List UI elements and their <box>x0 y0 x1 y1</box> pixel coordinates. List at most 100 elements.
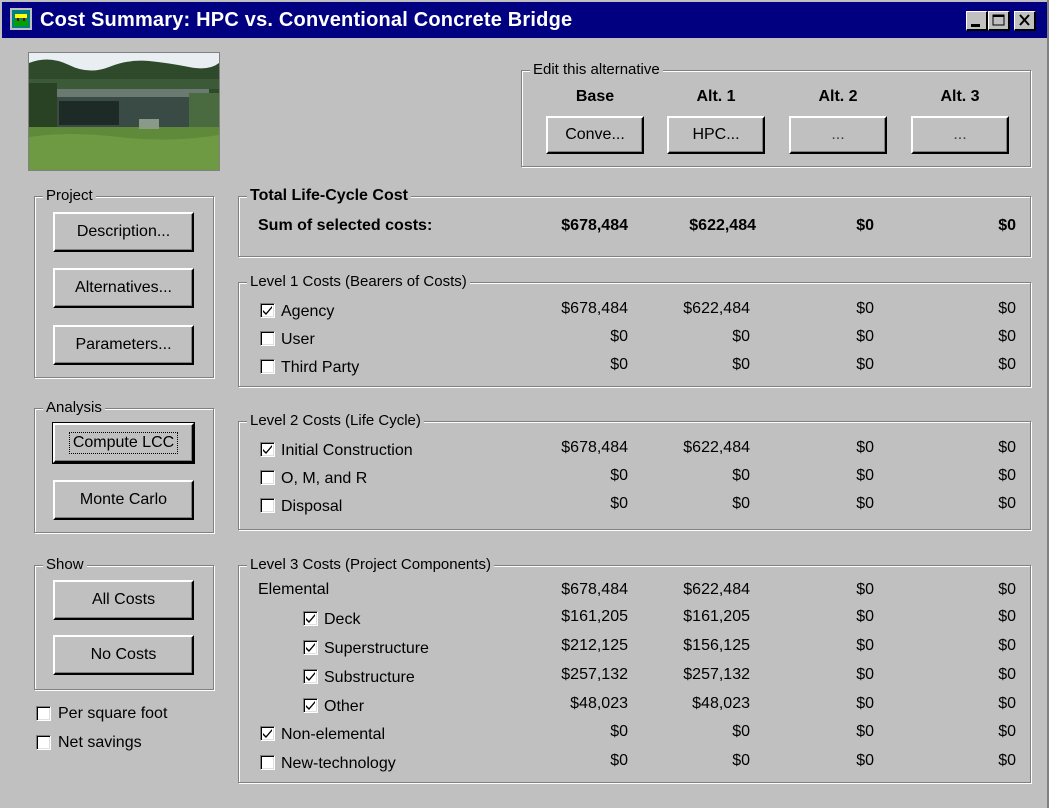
check-icon <box>263 445 272 454</box>
elemental-alt-1-value: $622,484 <box>683 581 750 598</box>
level3-new-technology-alt-1-value: $0 <box>732 752 750 769</box>
parameters-label: Parameters... <box>75 336 172 353</box>
level2-o-m-and-r-alt-1-value: $0 <box>732 467 750 484</box>
level1-third-party-base-value: $0 <box>610 356 628 373</box>
edit-alt-3-button[interactable]: ... <box>911 116 1009 154</box>
header-base: Base <box>575 88 615 105</box>
check-icon <box>263 729 272 738</box>
level1-user-checkbox[interactable] <box>260 331 275 346</box>
level1-agency-alt-3-value: $0 <box>998 300 1016 317</box>
level2-o-m-and-r-alt-3-value: $0 <box>998 467 1016 484</box>
level3-superstructure-checkbox[interactable] <box>303 640 318 655</box>
level3-substructure-checkbox[interactable] <box>303 669 318 684</box>
edit-base-button[interactable]: Conve... <box>546 116 644 154</box>
no-costs-label: No Costs <box>90 646 157 663</box>
close-icon <box>1019 14 1030 26</box>
level2-initial-construction-checkbox[interactable] <box>260 442 275 457</box>
level2-disposal-alt-1-value: $0 <box>732 495 750 512</box>
level2-disposal-alt-3-value: $0 <box>998 495 1016 512</box>
level3-new-technology-checkbox[interactable] <box>260 755 275 770</box>
net-savings-checkbox[interactable] <box>36 735 51 750</box>
level3-other-alt-1-value: $48,023 <box>692 695 750 712</box>
level1-third-party-alt-3-value: $0 <box>998 356 1016 373</box>
total-cost-legend: Total Life-Cycle Cost <box>247 186 411 206</box>
level3-non-elemental-label: Non-elemental <box>281 726 386 743</box>
window-title: Cost Summary: HPC vs. Conventional Concr… <box>40 9 573 31</box>
check-icon <box>263 306 272 315</box>
level-3-legend: Level 3 Costs (Project Components) <box>247 555 494 575</box>
level2-disposal-alt-2-value: $0 <box>856 495 874 512</box>
close-button[interactable] <box>1014 11 1036 31</box>
total-alt-3-value: $0 <box>998 217 1016 234</box>
per-square-foot-checkbox[interactable] <box>36 706 51 721</box>
level2-initial-construction-alt-3-value: $0 <box>998 439 1016 456</box>
check-icon <box>306 643 315 652</box>
level3-other-label: Other <box>324 698 365 715</box>
edit-base-label: Conve... <box>565 126 625 143</box>
level3-superstructure-alt-3-value: $0 <box>998 637 1016 654</box>
level3-deck-checkbox[interactable] <box>303 611 318 626</box>
no-costs-button[interactable]: No Costs <box>53 635 194 675</box>
level3-substructure-alt-2-value: $0 <box>856 666 874 683</box>
level1-third-party-checkbox[interactable] <box>260 359 275 374</box>
minimize-button[interactable] <box>966 11 988 31</box>
description-label: Description... <box>76 223 171 240</box>
cost-summary-window: Cost Summary: HPC vs. Conventional Concr… <box>0 0 1049 808</box>
edit-alternative-legend: Edit this alternative <box>530 60 663 80</box>
edit-alt-3-label: ... <box>953 126 967 143</box>
level1-third-party-label: Third Party <box>281 359 360 376</box>
level1-user-label: User <box>281 331 315 348</box>
check-icon <box>306 701 315 710</box>
level1-agency-alt-1-value: $622,484 <box>683 300 750 317</box>
header-alt-3: Alt. 3 <box>940 88 980 105</box>
level1-user-base-value: $0 <box>610 328 628 345</box>
edit-alt-2-label: ... <box>831 126 845 143</box>
elemental-label: Elemental <box>258 581 330 598</box>
level3-substructure-label: Substructure <box>324 669 415 686</box>
minimize-icon <box>971 24 980 27</box>
level2-disposal-base-value: $0 <box>610 495 628 512</box>
monte-carlo-button[interactable]: Monte Carlo <box>53 480 194 520</box>
net-savings-label: Net savings <box>58 734 142 751</box>
level3-non-elemental-alt-2-value: $0 <box>856 723 874 740</box>
level2-o-m-and-r-checkbox[interactable] <box>260 470 275 485</box>
level3-superstructure-label: Superstructure <box>324 640 429 657</box>
edit-alt-1-button[interactable]: HPC... <box>667 116 765 154</box>
total-alt-2-value: $0 <box>856 217 874 234</box>
level3-non-elemental-checkbox[interactable] <box>260 726 275 741</box>
alternatives-button[interactable]: Alternatives... <box>53 268 194 308</box>
description-button[interactable]: Description... <box>53 212 194 252</box>
total-base-value: $678,484 <box>561 217 628 234</box>
app-icon <box>10 8 32 30</box>
level-2-legend: Level 2 Costs (Life Cycle) <box>247 411 424 431</box>
compute-lcc-button[interactable]: Compute LCC <box>52 422 195 464</box>
level3-other-alt-2-value: $0 <box>856 695 874 712</box>
level3-non-elemental-alt-3-value: $0 <box>998 723 1016 740</box>
all-costs-button[interactable]: All Costs <box>53 580 194 620</box>
level3-substructure-base-value: $257,132 <box>561 666 628 683</box>
level1-third-party-alt-1-value: $0 <box>732 356 750 373</box>
level3-superstructure-alt-1-value: $156,125 <box>683 637 750 654</box>
level3-non-elemental-alt-1-value: $0 <box>732 723 750 740</box>
title-bar[interactable]: Cost Summary: HPC vs. Conventional Concr… <box>2 2 1047 38</box>
sum-selected-label: Sum of selected costs: <box>258 217 433 234</box>
level1-agency-checkbox[interactable] <box>260 303 275 318</box>
parameters-button[interactable]: Parameters... <box>53 325 194 365</box>
level2-disposal-label: Disposal <box>281 498 343 515</box>
show-legend: Show <box>43 555 87 575</box>
level1-third-party-alt-2-value: $0 <box>856 356 874 373</box>
analysis-legend: Analysis <box>43 398 105 418</box>
level2-disposal-checkbox[interactable] <box>260 498 275 513</box>
level-1-legend: Level 1 Costs (Bearers of Costs) <box>247 272 470 292</box>
level3-superstructure-base-value: $212,125 <box>561 637 628 654</box>
level1-agency-label: Agency <box>281 303 335 320</box>
header-alt-1: Alt. 1 <box>696 88 736 105</box>
level3-other-base-value: $48,023 <box>570 695 628 712</box>
edit-alt-2-button[interactable]: ... <box>789 116 887 154</box>
elemental-alt-2-value: $0 <box>856 581 874 598</box>
level3-other-checkbox[interactable] <box>303 698 318 713</box>
maximize-button[interactable] <box>988 11 1010 31</box>
level3-non-elemental-base-value: $0 <box>610 723 628 740</box>
level1-user-alt-3-value: $0 <box>998 328 1016 345</box>
level3-new-technology-base-value: $0 <box>610 752 628 769</box>
